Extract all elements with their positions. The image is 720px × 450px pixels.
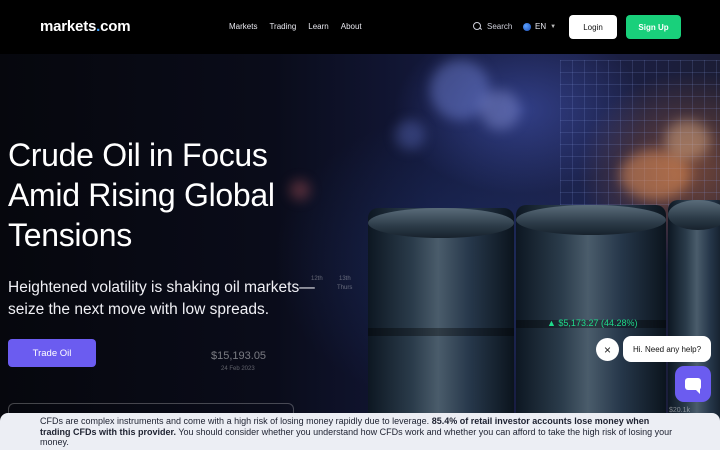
search-label: Search <box>487 22 513 31</box>
chart-price-change-label: ▲ $5,173.27 (44.28%) <box>547 318 638 328</box>
language-selector[interactable]: EN ▼ <box>523 22 556 31</box>
risk-warning-text: CFDs are complex instruments and come wi… <box>40 416 432 426</box>
chart-date-label: 24 Feb 2023 <box>221 366 255 372</box>
chart-time-label: 13th <box>339 276 351 282</box>
trade-oil-button[interactable]: Trade Oil <box>8 339 96 367</box>
hero-title: Crude Oil in Focus Amid Rising Global Te… <box>8 135 328 255</box>
chart-price-label: $15,193.05 <box>211 350 267 362</box>
bokeh-light <box>480 90 520 130</box>
nav-link-markets[interactable]: Markets <box>229 22 257 31</box>
chat-launcher-button[interactable] <box>675 366 711 402</box>
hero-title-line: Crude Oil in Focus <box>8 137 268 173</box>
chevron-down-icon: ▼ <box>550 23 557 30</box>
nav-links: Markets Trading Learn About <box>229 22 362 31</box>
chart-price-change-value: $5,173.27 (44.28%) <box>558 318 638 328</box>
nav-link-about[interactable]: About <box>341 22 362 31</box>
globe-icon <box>523 22 531 31</box>
language-label: EN <box>535 22 547 31</box>
hero-subtitle: Heightened volatility is shaking oil mar… <box>8 277 338 321</box>
chart-time-label: Thurs <box>337 285 353 291</box>
bokeh-light <box>395 120 425 150</box>
signup-button[interactable]: Sign Up <box>626 15 681 39</box>
nav-link-learn[interactable]: Learn <box>308 22 328 31</box>
logo-suffix: com <box>100 18 131 35</box>
hero-title-line: Tensions <box>8 217 132 253</box>
nav-link-trading[interactable]: Trading <box>269 22 296 31</box>
hero-subtitle-line: seize the next move with low spreads. <box>8 301 270 318</box>
chat-icon <box>685 378 701 394</box>
hero-subtitle-line: Heightened volatility is shaking oil mar… <box>8 279 315 296</box>
chat-close-button[interactable]: × <box>596 338 619 361</box>
login-button[interactable]: Login <box>569 15 617 39</box>
bokeh-light <box>665 120 710 160</box>
markets-com-logo[interactable]: markets.com <box>40 18 131 35</box>
risk-warning-banner: CFDs are complex instruments and come wi… <box>0 413 720 450</box>
hero-title-line: Amid Rising Global <box>8 177 275 213</box>
logo-text: markets <box>40 18 97 35</box>
chart-time-label: 12th <box>311 276 323 282</box>
search-icon <box>473 22 482 31</box>
chat-greeting-bubble[interactable]: Hi. Need any help? <box>623 336 711 362</box>
close-icon: × <box>603 342 611 357</box>
top-navigation-bar: markets.com Markets Trading Learn About … <box>0 0 720 54</box>
search-button[interactable]: Search <box>473 22 512 31</box>
